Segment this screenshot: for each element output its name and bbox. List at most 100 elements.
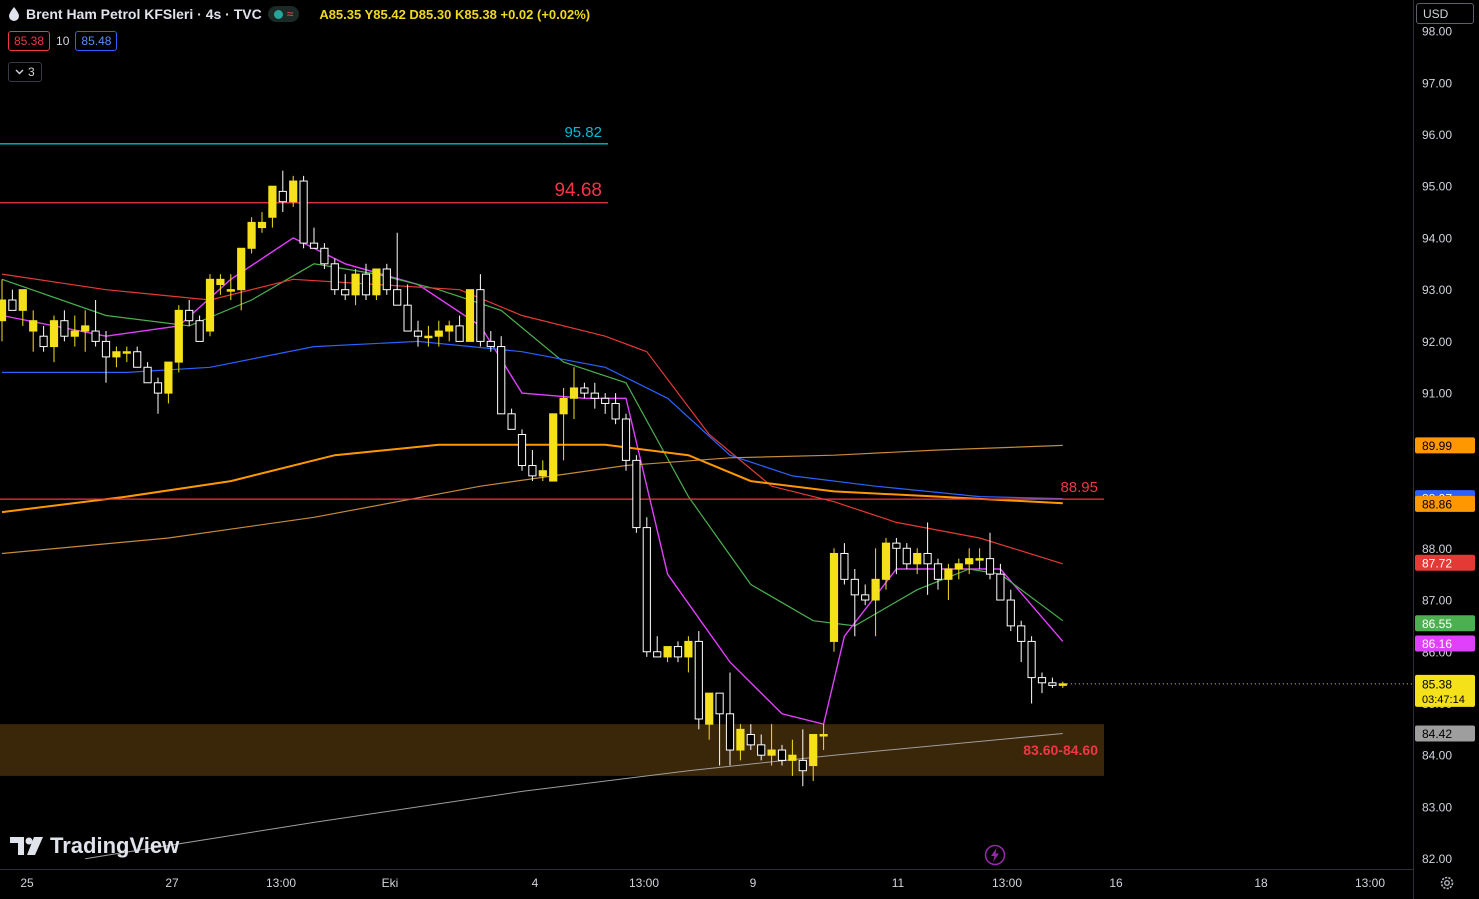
price-tick-label: 87.00: [1422, 594, 1452, 608]
bar-countdown-label: 03:47:14: [1422, 694, 1465, 706]
candle-body: [403, 304, 412, 332]
candle-body: [372, 268, 381, 296]
time-tick-label: 13:00: [629, 876, 659, 890]
time-tick-label: 13:00: [1355, 876, 1385, 890]
candle-body: [257, 221, 267, 229]
candle-body: [559, 397, 568, 415]
candle-body: [195, 320, 204, 342]
lightning-icon[interactable]: [984, 844, 1006, 866]
candle-body: [434, 330, 443, 337]
price-tick-label: 93.00: [1422, 283, 1452, 297]
candle-body: [49, 320, 59, 348]
candle-body: [1017, 625, 1026, 642]
candle-body: [975, 558, 984, 561]
candle-body: [174, 309, 183, 363]
candle-body: [965, 558, 974, 565]
buy-price-button[interactable]: 85.48: [75, 31, 118, 51]
horizontal-level-label: 95.82: [564, 124, 602, 141]
candle-body: [871, 578, 880, 601]
candle-body: [60, 320, 69, 337]
time-scale[interactable]: [0, 869, 1413, 899]
candle-body: [923, 552, 932, 565]
candle-body: [393, 289, 402, 306]
candle-body: [517, 434, 527, 467]
symbol-title[interactable]: Brent Ham Petrol KFSleri · 4s · TVC: [26, 6, 262, 22]
ohlc-values: A85.35 Y85.42 D85.30 K85.38 +0.02 (+0.02…: [319, 6, 591, 22]
time-tick-label: 4: [532, 876, 539, 890]
candle-body: [289, 180, 298, 203]
candle-body: [819, 734, 828, 737]
price-tick-label: 96.00: [1422, 128, 1452, 142]
settings-gear-icon[interactable]: [1439, 875, 1455, 891]
price-tick-label: 94.00: [1422, 231, 1452, 245]
candle-body: [569, 387, 579, 399]
candle-body: [538, 470, 547, 477]
candle-body: [902, 547, 911, 565]
candle-body: [476, 289, 485, 342]
sell-price-button[interactable]: 85.38: [8, 31, 51, 51]
price-tick-label: 88.00: [1422, 542, 1452, 556]
candle-body: [549, 413, 558, 482]
price-tick-label: 83.00: [1422, 800, 1452, 814]
candle-body: [1048, 682, 1057, 686]
price-tick-label: 82.00: [1422, 852, 1452, 866]
candle-body: [133, 351, 142, 368]
candle-body: [309, 242, 319, 249]
candle-body: [788, 754, 797, 761]
time-tick-label: 18: [1254, 876, 1268, 890]
candle-body: [642, 527, 651, 653]
time-tick-label: 25: [20, 876, 34, 890]
time-tick-label: 13:00: [266, 876, 296, 890]
price-badge-label: 87.72: [1422, 556, 1452, 570]
candle-body: [725, 713, 735, 751]
time-tick-label: Eki: [382, 876, 399, 890]
price-chart[interactable]: 83.60-84.60 95.82 94.68 88.95 98.00 97.00 96.0…: [0, 0, 1479, 899]
support-zone: [0, 724, 1104, 776]
candle-body: [18, 289, 27, 311]
candle-body: [1006, 599, 1015, 627]
candle-body: [829, 552, 839, 642]
chart-header: Brent Ham Petrol KFSleri · 4s · TVC ≈ A8…: [8, 4, 590, 24]
candle-body: [361, 273, 371, 296]
candle-body: [611, 402, 620, 420]
price-badge-label: 84.42: [1422, 727, 1452, 741]
currency-select[interactable]: USD: [1416, 3, 1474, 24]
candle-body: [70, 330, 79, 337]
candle-body: [653, 651, 662, 658]
candle-body: [757, 744, 766, 756]
candle-body: [465, 289, 475, 342]
brand-name: TradingView: [50, 833, 180, 858]
candle-body: [101, 340, 111, 358]
candle-body: [8, 299, 17, 311]
support-zone-label: 83.60-84.60: [1023, 742, 1098, 758]
candle-body: [663, 646, 672, 658]
candle-body: [715, 692, 724, 715]
candle-body: [39, 335, 48, 348]
candle-body: [809, 734, 818, 767]
candle-body: [777, 749, 787, 761]
price-tick-label: 97.00: [1422, 76, 1452, 90]
candle-body: [413, 330, 423, 337]
candle-body: [694, 640, 703, 720]
candle-body: [143, 366, 152, 384]
candle-body: [1037, 677, 1047, 684]
candle-body: [330, 263, 339, 291]
market-status-pill[interactable]: ≈: [267, 6, 300, 22]
candle-body: [0, 299, 7, 322]
candle-body: [528, 465, 537, 477]
spread-value: 10: [56, 34, 70, 48]
delay-wave-icon: ≈: [286, 7, 294, 21]
price-badge-label: 86.55: [1422, 617, 1452, 631]
tradingview-logo[interactable]: TradingView: [10, 833, 179, 859]
candle-body: [673, 646, 683, 658]
last-price-label: 85.38: [1422, 677, 1452, 691]
candle-body: [850, 578, 859, 596]
candle-body: [455, 325, 464, 342]
indicator-count: 3: [28, 65, 35, 79]
horizontal-level-label: 88.95: [1060, 479, 1098, 496]
time-tick-label: 27: [165, 876, 179, 890]
candle-body: [445, 325, 454, 332]
price-tick-label: 92.00: [1422, 335, 1452, 349]
candle-body: [341, 289, 350, 296]
indicators-toggle-button[interactable]: 3: [8, 62, 42, 82]
